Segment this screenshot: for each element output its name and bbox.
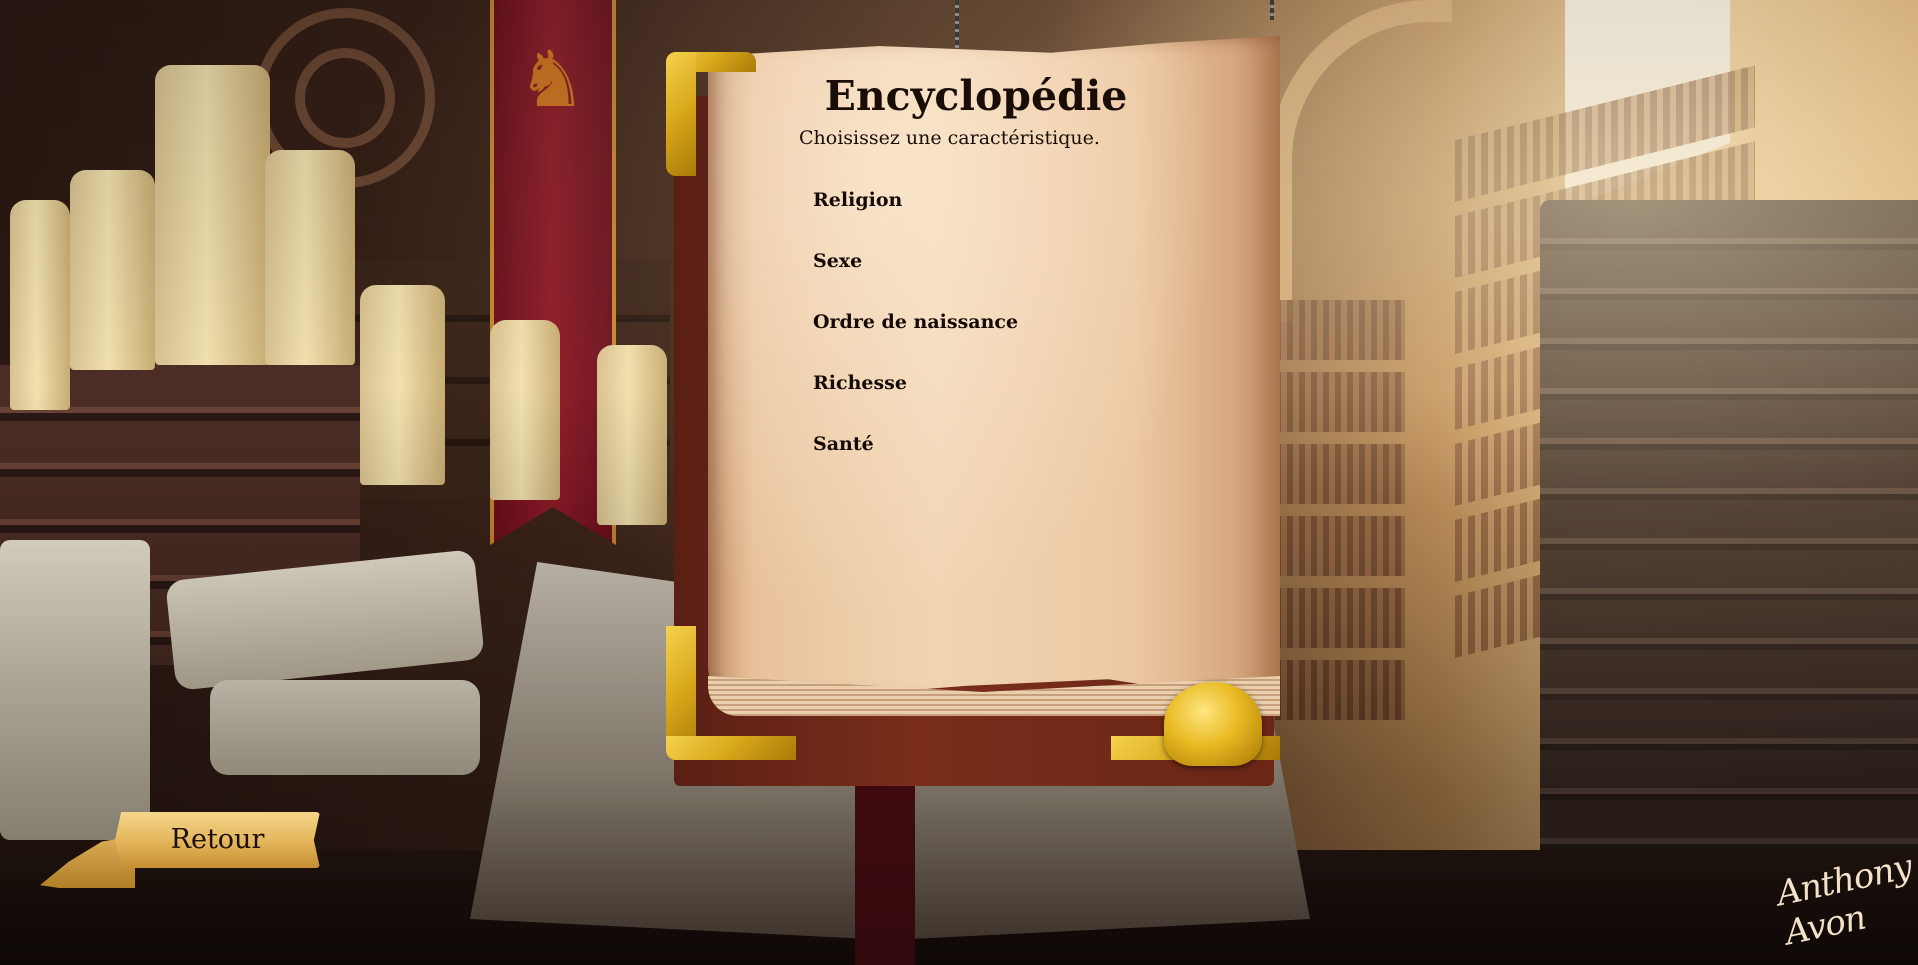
characteristic-menu: Religion Sexe Ordre de naissance Richess… xyxy=(813,186,1018,491)
library-background: ♞ Encyclopédie Choisissez une caractéris… xyxy=(0,0,1918,965)
page-subtitle: Choisissez une caractéristique. xyxy=(799,127,1100,149)
menu-item-religion[interactable]: Religion xyxy=(813,186,1018,247)
clasp-icon xyxy=(1164,682,1262,766)
gold-corner xyxy=(666,736,796,760)
menu-item-ordre-de-naissance[interactable]: Ordre de naissance xyxy=(813,308,1018,369)
chain xyxy=(1270,0,1274,20)
menu-item-sexe[interactable]: Sexe xyxy=(813,247,1018,308)
menu-item-sante[interactable]: Santé xyxy=(813,430,1018,491)
page-title: Encyclopédie xyxy=(824,72,1128,120)
menu-item-richesse[interactable]: Richesse xyxy=(813,369,1018,430)
back-button[interactable]: Retour xyxy=(115,812,320,868)
